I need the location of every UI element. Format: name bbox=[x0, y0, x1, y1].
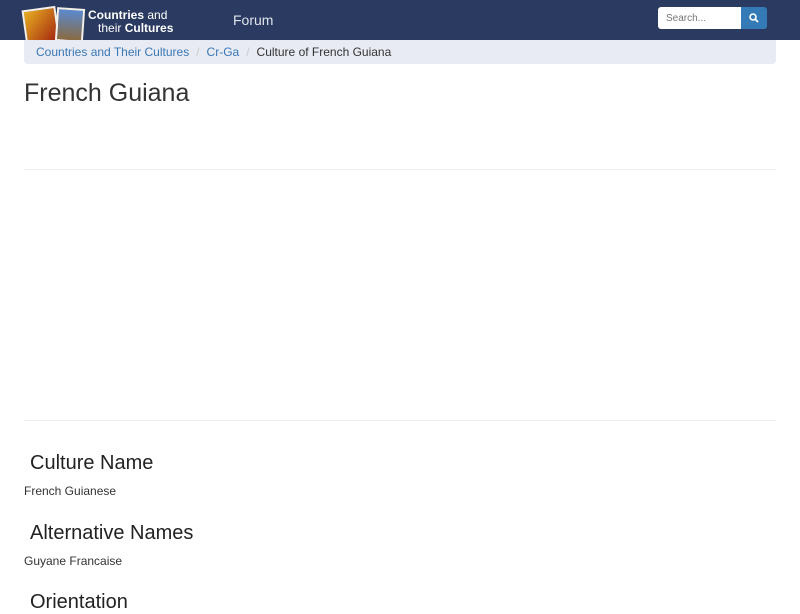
section-heading: Alternative Names bbox=[30, 522, 194, 544]
site-logo[interactable]: Countries and their Cultures bbox=[21, 4, 212, 49]
breadcrumb-link[interactable]: Cr-Ga bbox=[207, 45, 240, 59]
logo-word: Countries bbox=[88, 8, 145, 22]
search-icon bbox=[749, 13, 759, 23]
breadcrumb-current: Culture of French Guiana bbox=[256, 45, 392, 59]
section-heading: Culture Name bbox=[30, 452, 154, 474]
search-input[interactable] bbox=[658, 7, 741, 29]
search-button[interactable] bbox=[741, 7, 767, 29]
navbar: Countries and their Cultures Forum bbox=[0, 0, 800, 49]
page-title: French Guiana bbox=[24, 79, 190, 107]
nav-forum-link[interactable]: Forum bbox=[233, 12, 273, 28]
divider bbox=[24, 420, 776, 421]
breadcrumb: Countries and Their Cultures / Cr-Ga / Cultu… bbox=[24, 40, 776, 64]
divider bbox=[24, 169, 776, 170]
logo-word: and bbox=[144, 8, 168, 22]
breadcrumb-separator: / bbox=[196, 45, 200, 59]
logo-text: Countries and their Cultures bbox=[88, 9, 173, 35]
section-text: French Guianese bbox=[24, 484, 117, 498]
breadcrumb-separator: / bbox=[246, 45, 250, 59]
logo-image bbox=[54, 7, 86, 43]
section-heading: Orientation bbox=[30, 591, 128, 613]
section-text: Guyane Francaise bbox=[24, 554, 123, 568]
logo-word: Cultures bbox=[124, 21, 174, 35]
logo-word: their bbox=[98, 21, 125, 35]
breadcrumb-link[interactable]: Countries and Their Cultures bbox=[36, 45, 189, 59]
